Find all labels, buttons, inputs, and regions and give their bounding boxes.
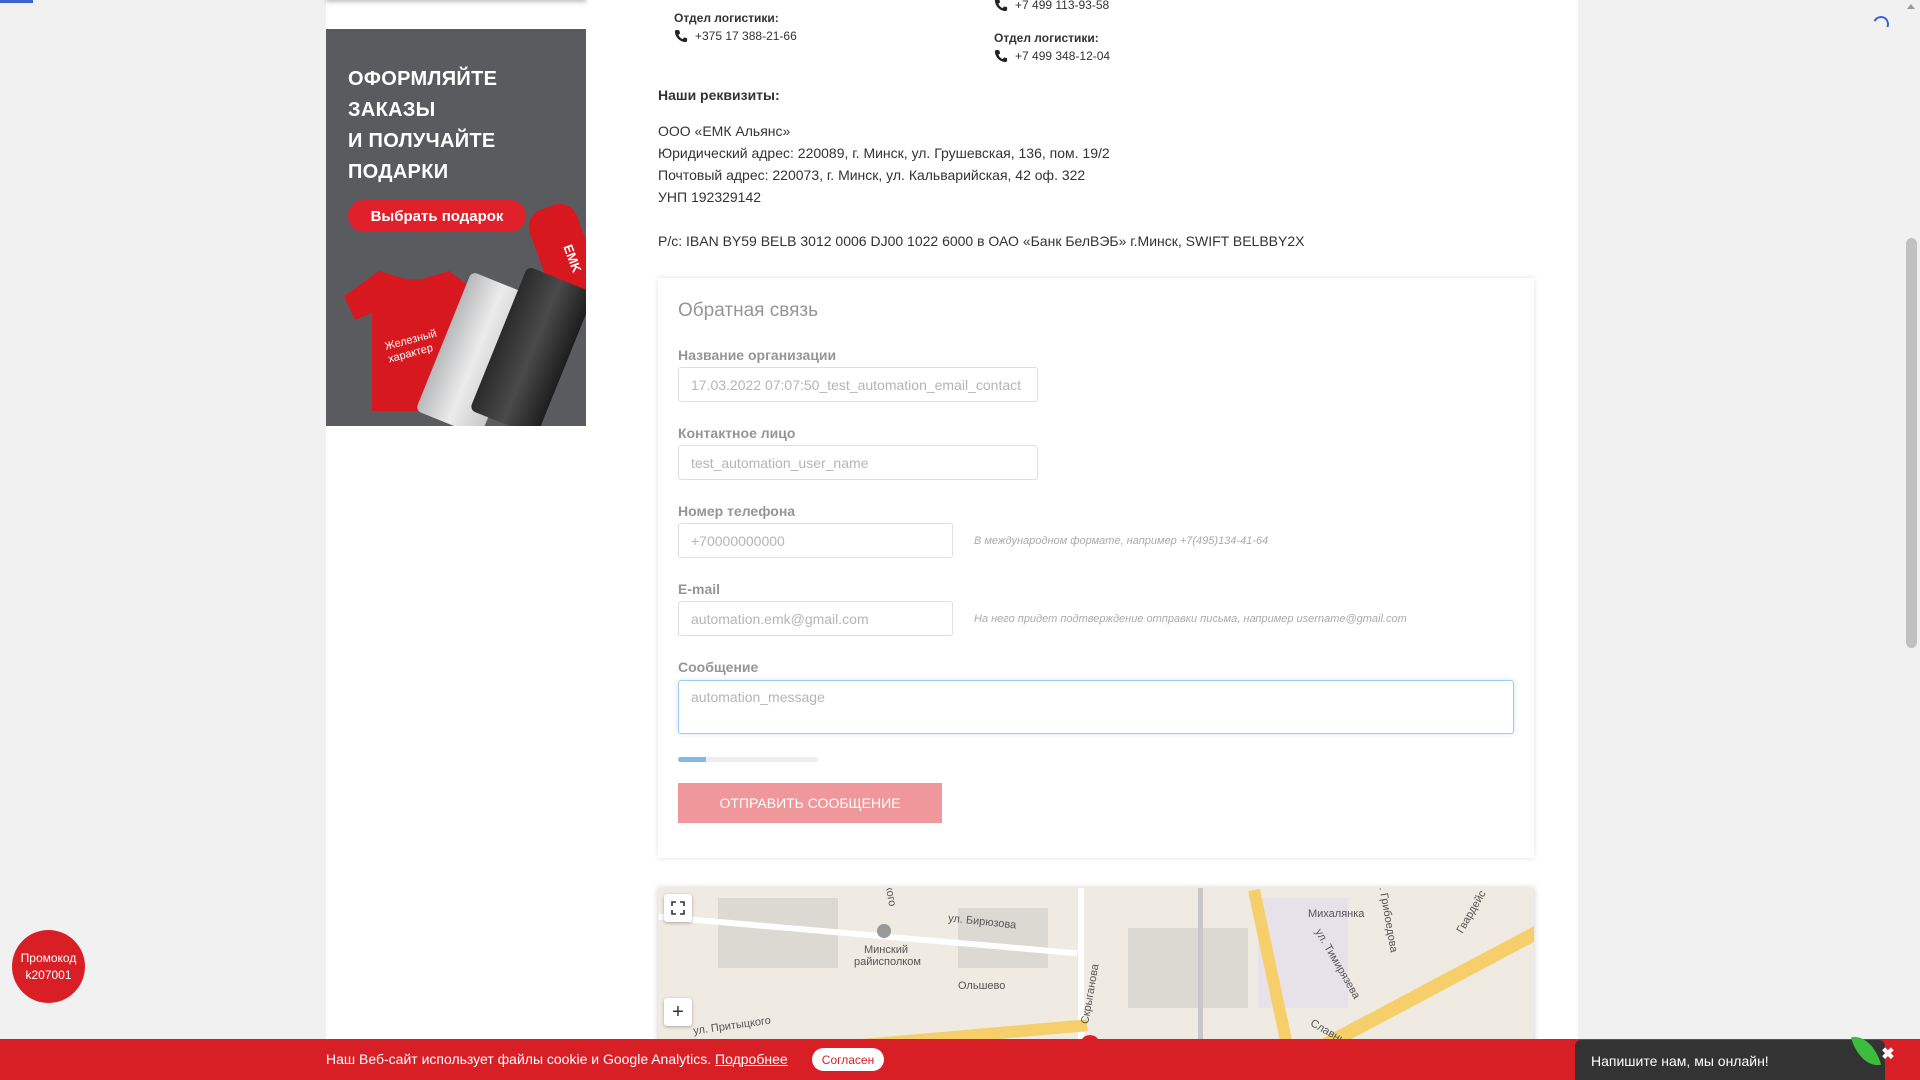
send-message-button[interactable]: Отправить сообщение bbox=[678, 783, 942, 823]
contact-phone-row[interactable]: +7 499 348-12-04 bbox=[994, 49, 1110, 63]
email-hint: На него придет подтверждение отправки пи… bbox=[974, 613, 1407, 625]
gifts-banner[interactable]: ОФОРМЛЯЙТЕ ЗАКАЗЫ И ПОЛУЧАЙТЕ ПОДАРКИ Вы… bbox=[326, 29, 586, 426]
loading-spinner-icon bbox=[1870, 13, 1892, 35]
bank-account: Р/с: IBAN BY59 BELB 3012 0006 DJ00 1022 … bbox=[658, 233, 1305, 249]
phone-icon bbox=[994, 49, 1008, 63]
upload-progress-bar bbox=[678, 757, 818, 762]
page-content: ОФОРМЛЯЙТЕ ЗАКАЗЫ И ПОЛУЧАЙТЕ ПОДАРКИ Вы… bbox=[326, 0, 1578, 1080]
promo-line: Промокод bbox=[20, 950, 77, 965]
phone-icon bbox=[674, 29, 688, 43]
map-label: Гвардейс bbox=[1454, 888, 1489, 936]
feedback-form: Обратная связь Название организации 17.0… bbox=[658, 278, 1534, 858]
phone-icon bbox=[994, 0, 1008, 12]
banner-line: ОФОРМЛЯЙТЕ bbox=[348, 68, 498, 90]
contact-phone-row[interactable]: +375 17 388-21-66 bbox=[674, 29, 797, 43]
cookie-more-link[interactable]: Подробнее bbox=[715, 1051, 788, 1067]
email-input[interactable]: automation.emk@gmail.com bbox=[678, 601, 953, 636]
chat-widget[interactable]: Напишите нам, мы онлайн! bbox=[1575, 1031, 1885, 1080]
scrollbar[interactable] bbox=[1903, 0, 1920, 1080]
map-label: ул. Грибоедова bbox=[1374, 888, 1400, 954]
cookie-text: Наш Веб-сайт использует файлы cookie и G… bbox=[326, 1051, 712, 1067]
contact-person-label: Контактное лицо bbox=[678, 425, 796, 441]
contact-logistics-by: Отдел логистики: +375 17 388-21-66 bbox=[674, 11, 797, 43]
phone-label: Номер телефона bbox=[678, 503, 796, 519]
banner-text: ОФОРМЛЯЙТЕ ЗАКАЗЫ И ПОЛУЧАЙТЕ ПОДАРКИ bbox=[348, 64, 497, 188]
contact-logistics-ru: Отдел логистики: +7 499 348-12-04 bbox=[994, 31, 1110, 63]
chat-text: Напишите нам, мы онлайн! bbox=[1591, 1053, 1769, 1069]
choose-gift-button[interactable]: Выбрать подарок bbox=[348, 200, 526, 232]
zoom-in-button[interactable]: + bbox=[664, 998, 692, 1026]
contact-label: Отдел логистики: bbox=[674, 11, 779, 25]
contact-label: Отдел логистики: bbox=[994, 31, 1099, 45]
org-label: Название организации bbox=[678, 347, 837, 363]
cookie-text-wrap: Наш Веб-сайт использует файлы cookie и G… bbox=[326, 1051, 788, 1067]
org-input[interactable]: 17.03.2022 07:07:50_test_automation_emai… bbox=[678, 367, 1038, 402]
top-loading-bar bbox=[0, 0, 33, 3]
map-label: ул. Притыцкого bbox=[692, 1014, 772, 1038]
message-textarea[interactable]: automation_message bbox=[678, 680, 1514, 734]
map-poi-icon bbox=[877, 924, 891, 938]
map-label: кого bbox=[882, 888, 899, 908]
phone-input[interactable]: +70000000000 bbox=[678, 523, 953, 558]
requisites: Наши реквизиты: ООО «ЕМК Альянс» Юридиче… bbox=[658, 84, 1304, 252]
contact-phone-row[interactable]: +7 499 113-93-58 bbox=[994, 0, 1109, 12]
form-title: Обратная связь bbox=[678, 300, 818, 321]
contact-phone[interactable]: +375 17 388-21-66 bbox=[695, 29, 797, 43]
legal-address: Юридический адрес: 220089, г. Минск, ул.… bbox=[658, 145, 1110, 161]
map-label: райисполком bbox=[854, 956, 921, 968]
phone-hint: В международном формате, например +7(495… bbox=[974, 535, 1269, 547]
banner-line: ЗАКАЗЫ bbox=[348, 99, 436, 121]
contact-person-input[interactable]: test_automation_user_name bbox=[678, 445, 1038, 480]
map-label: Ольшево bbox=[958, 980, 1006, 992]
map-label: Михалянка bbox=[1308, 908, 1365, 920]
unp: УНП 192329142 bbox=[658, 189, 762, 205]
scroll-up-arrow-icon[interactable] bbox=[1907, 4, 1915, 9]
banner-line: И ПОЛУЧАЙТЕ bbox=[348, 130, 496, 152]
promo-code: k207001 bbox=[25, 967, 72, 982]
map-block bbox=[1128, 928, 1248, 1008]
map-label: Минский bbox=[864, 944, 908, 956]
requisites-heading: Наши реквизиты: bbox=[658, 87, 780, 103]
progress-fill bbox=[678, 757, 706, 762]
cookie-accept-button[interactable]: Согласен bbox=[812, 1048, 884, 1071]
contact-phone-ru-top: +7 499 113-93-58 bbox=[994, 0, 1109, 12]
message-label: Сообщение bbox=[678, 659, 759, 675]
contact-phone[interactable]: +7 499 113-93-58 bbox=[1015, 0, 1109, 12]
expand-icon-svg bbox=[671, 901, 685, 915]
banner-line: ПОДАРКИ bbox=[348, 161, 449, 183]
close-icon[interactable]: ✖ bbox=[1880, 1046, 1896, 1063]
company-name: ООО «ЕМК Альянс» bbox=[658, 123, 791, 139]
promo-code-badge[interactable]: Промокод k207001 bbox=[12, 930, 85, 1003]
expand-icon[interactable] bbox=[664, 894, 692, 922]
scroll-thumb[interactable] bbox=[1906, 238, 1917, 648]
postal-address: Почтовый адрес: 220073, г. Минск, ул. Ка… bbox=[658, 167, 1086, 183]
email-label: E-mail bbox=[678, 581, 721, 597]
contact-phone[interactable]: +7 499 348-12-04 bbox=[1015, 49, 1110, 63]
leaf-icon bbox=[1850, 1031, 1882, 1071]
